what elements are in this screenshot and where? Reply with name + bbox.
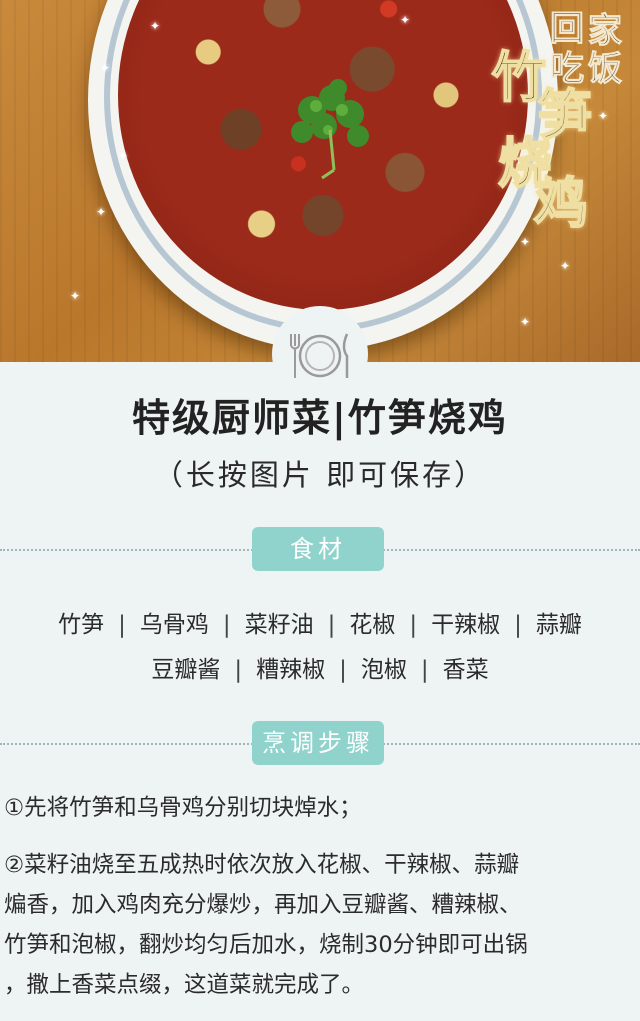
ingredient: 花椒 <box>349 612 396 638</box>
cutlery-icon <box>290 333 349 378</box>
page-title: 特级厨师菜|竹笋烧鸡 <box>132 396 508 440</box>
steps-label: 烹调步骤 <box>252 721 384 765</box>
logo-char: 家 <box>588 11 623 51</box>
ingredient: 竹笋 <box>58 612 105 638</box>
sparkle-icon: ✦ <box>96 205 107 219</box>
ingredient: 香菜 <box>442 657 489 683</box>
page-subtitle: （长按图片 即可保存） <box>153 458 487 492</box>
cilantro-garnish <box>291 79 369 180</box>
sparkle-icon: ✦ <box>150 19 161 33</box>
steps-header: 烹调步骤 <box>0 721 640 765</box>
brand-logo: 回 家 吃 饭 <box>546 8 636 98</box>
logo-char: 回 <box>550 9 585 49</box>
step-2-line: 煸香，加入鸡肉充分爆炒，再加入豆瓣酱、糟辣椒、 <box>4 892 522 918</box>
ingredient: 蒜瓣 <box>535 612 582 638</box>
logo-char: 吃 <box>550 49 585 89</box>
sparkle-icon: ✦ <box>70 289 81 303</box>
ingredient: 豆瓣酱 <box>151 657 221 683</box>
sparkle-icon: ✦ <box>598 109 609 123</box>
sparkle-icon: ✦ <box>520 235 531 249</box>
hero-title-char: 鸡 <box>533 172 589 235</box>
ingredient: 菜籽油 <box>244 612 314 638</box>
step-2-line: 竹笋和泡椒，翻炒均匀后加水，烧制30分钟即可出锅 <box>4 932 528 958</box>
sparkle-icon: ✦ <box>118 149 129 163</box>
sparkle-icon: ✦ <box>400 13 411 27</box>
ingredient: 乌骨鸡 <box>139 612 209 638</box>
sparkle-icon: ✦ <box>100 61 111 75</box>
step-2-line: ②菜籽油烧至五成热时依次放入花椒、干辣椒、蒜瓣 <box>4 852 520 878</box>
sparkle-icon: ✦ <box>520 315 531 329</box>
ingredient: 干辣椒 <box>431 612 501 638</box>
ingredient-row: 竹笋 | 乌骨鸡 | 菜籽油 | 花椒 | 干辣椒 | 蒜瓣 <box>58 612 582 638</box>
logo-char: 饭 <box>588 49 623 89</box>
ingredients-header: 食材 <box>0 527 640 571</box>
step-1: ①先将竹笋和乌骨鸡分别切块焯水； <box>4 795 362 821</box>
step-2-line: ，撒上香菜点缀，这道菜就完成了。 <box>4 972 365 998</box>
ingredient: 糟辣椒 <box>256 657 326 683</box>
ingredient: 泡椒 <box>360 657 407 683</box>
ingredients-label: 食材 <box>252 527 384 571</box>
sparkle-icon: ✦ <box>560 259 571 273</box>
ingredient-row: 豆瓣酱 | 糟辣椒 | 泡椒 | 香菜 <box>151 657 489 683</box>
